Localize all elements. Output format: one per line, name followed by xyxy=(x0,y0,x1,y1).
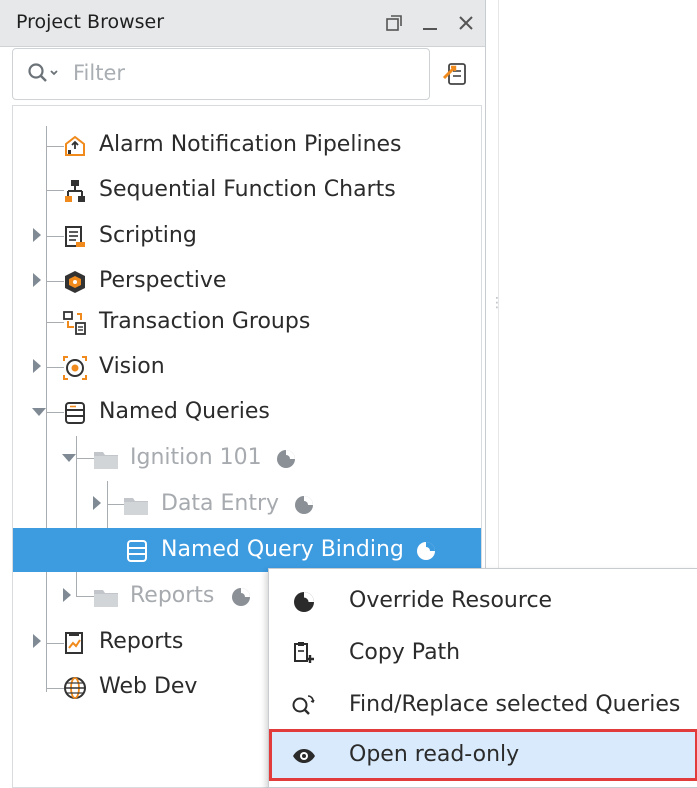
alarm-pipeline-icon xyxy=(63,134,87,158)
folder-icon xyxy=(93,447,118,471)
menu-item-label: Copy Path xyxy=(349,640,461,665)
vision-icon xyxy=(63,356,87,380)
locate-resource-icon[interactable] xyxy=(440,58,472,90)
close-icon[interactable] xyxy=(455,12,477,34)
tree-item-perspective[interactable]: Perspective xyxy=(13,259,481,303)
tree-item-ignition-101[interactable]: Ignition 101 xyxy=(13,436,481,480)
override-icon xyxy=(291,589,317,615)
scripting-icon xyxy=(63,225,87,249)
tree-item-label: Vision xyxy=(99,354,165,379)
inherited-resource-icon xyxy=(275,448,297,470)
web-dev-icon xyxy=(63,676,87,700)
panel-title: Project Browser xyxy=(16,11,165,33)
float-window-icon[interactable] xyxy=(383,12,405,34)
inherited-resource-icon xyxy=(293,494,315,516)
menu-item-label: Override Resource xyxy=(349,588,553,613)
tree-item-label: Transaction Groups xyxy=(99,309,311,334)
tree-item-named-queries[interactable]: Named Queries xyxy=(13,390,481,434)
filter-row: Filter xyxy=(10,48,485,100)
menu-item-label: Open read-only xyxy=(349,742,520,767)
folder-icon xyxy=(123,493,148,517)
tree-item-named-query-binding[interactable]: Named Query Binding xyxy=(13,528,481,572)
expand-arrow-icon[interactable] xyxy=(33,359,41,373)
named-queries-icon xyxy=(63,401,87,425)
tree-item-label: Scripting xyxy=(99,223,197,248)
tree-item-label: Named Query Binding xyxy=(161,537,404,562)
expand-arrow-icon[interactable] xyxy=(33,634,41,648)
filter-input[interactable]: Filter xyxy=(12,48,430,100)
perspective-icon xyxy=(63,270,87,294)
sfc-icon xyxy=(63,179,87,203)
folder-icon xyxy=(93,585,118,609)
minimize-icon[interactable] xyxy=(419,12,441,34)
copy-path-icon xyxy=(291,641,317,667)
tree-item-label: Web Dev xyxy=(99,674,198,699)
collapse-arrow-icon[interactable] xyxy=(32,408,46,416)
inherited-resource-icon xyxy=(415,540,437,562)
tree-item-data-entry[interactable]: Data Entry xyxy=(13,482,481,526)
tree-item-vision[interactable]: Vision xyxy=(13,345,481,389)
transaction-groups-icon xyxy=(63,311,87,335)
expand-arrow-icon[interactable] xyxy=(33,273,41,287)
expand-arrow-icon[interactable] xyxy=(93,496,101,510)
collapse-arrow-icon[interactable] xyxy=(62,454,76,462)
tree-item-label: Ignition 101 xyxy=(130,445,262,470)
tree-item-label: Data Entry xyxy=(161,491,280,516)
expand-arrow-icon[interactable] xyxy=(33,228,41,242)
reports-icon xyxy=(63,631,87,655)
tree-item-sequential-function-charts[interactable]: Sequential Function Charts xyxy=(13,168,481,212)
tree-item-scripting[interactable]: Scripting xyxy=(13,214,481,258)
context-menu: Override Resource Copy Path Find/Replace… xyxy=(268,568,697,788)
menu-item-open-read-only[interactable]: Open read-only xyxy=(269,729,697,781)
panel-window-controls xyxy=(383,8,477,38)
tree-item-transaction-groups[interactable]: Transaction Groups xyxy=(13,300,481,344)
tree-item-label: Reports xyxy=(130,583,215,608)
tree-item-label: Alarm Notification Pipelines xyxy=(99,132,402,157)
tree-item-label: Sequential Function Charts xyxy=(99,177,396,202)
menu-item-copy-path[interactable]: Copy Path xyxy=(269,627,697,679)
tree-item-label: Perspective xyxy=(99,268,227,293)
tree-item-label: Named Queries xyxy=(99,399,270,424)
expand-arrow-icon[interactable] xyxy=(63,588,71,602)
find-replace-icon xyxy=(291,693,317,719)
panel-titlebar: Project Browser xyxy=(0,0,485,47)
tree-item-label: Reports xyxy=(99,629,184,654)
menu-item-override-resource[interactable]: Override Resource xyxy=(269,575,697,627)
inherited-resource-icon xyxy=(230,586,252,608)
filter-placeholder: Filter xyxy=(73,61,126,85)
eye-icon xyxy=(291,743,317,769)
menu-item-label: Find/Replace selected Queries xyxy=(349,692,681,717)
tree-item-alarm-notification-pipelines[interactable]: Alarm Notification Pipelines xyxy=(13,123,481,167)
search-icon xyxy=(27,62,61,90)
named-query-icon xyxy=(125,539,149,563)
menu-item-find-replace[interactable]: Find/Replace selected Queries xyxy=(269,679,697,731)
